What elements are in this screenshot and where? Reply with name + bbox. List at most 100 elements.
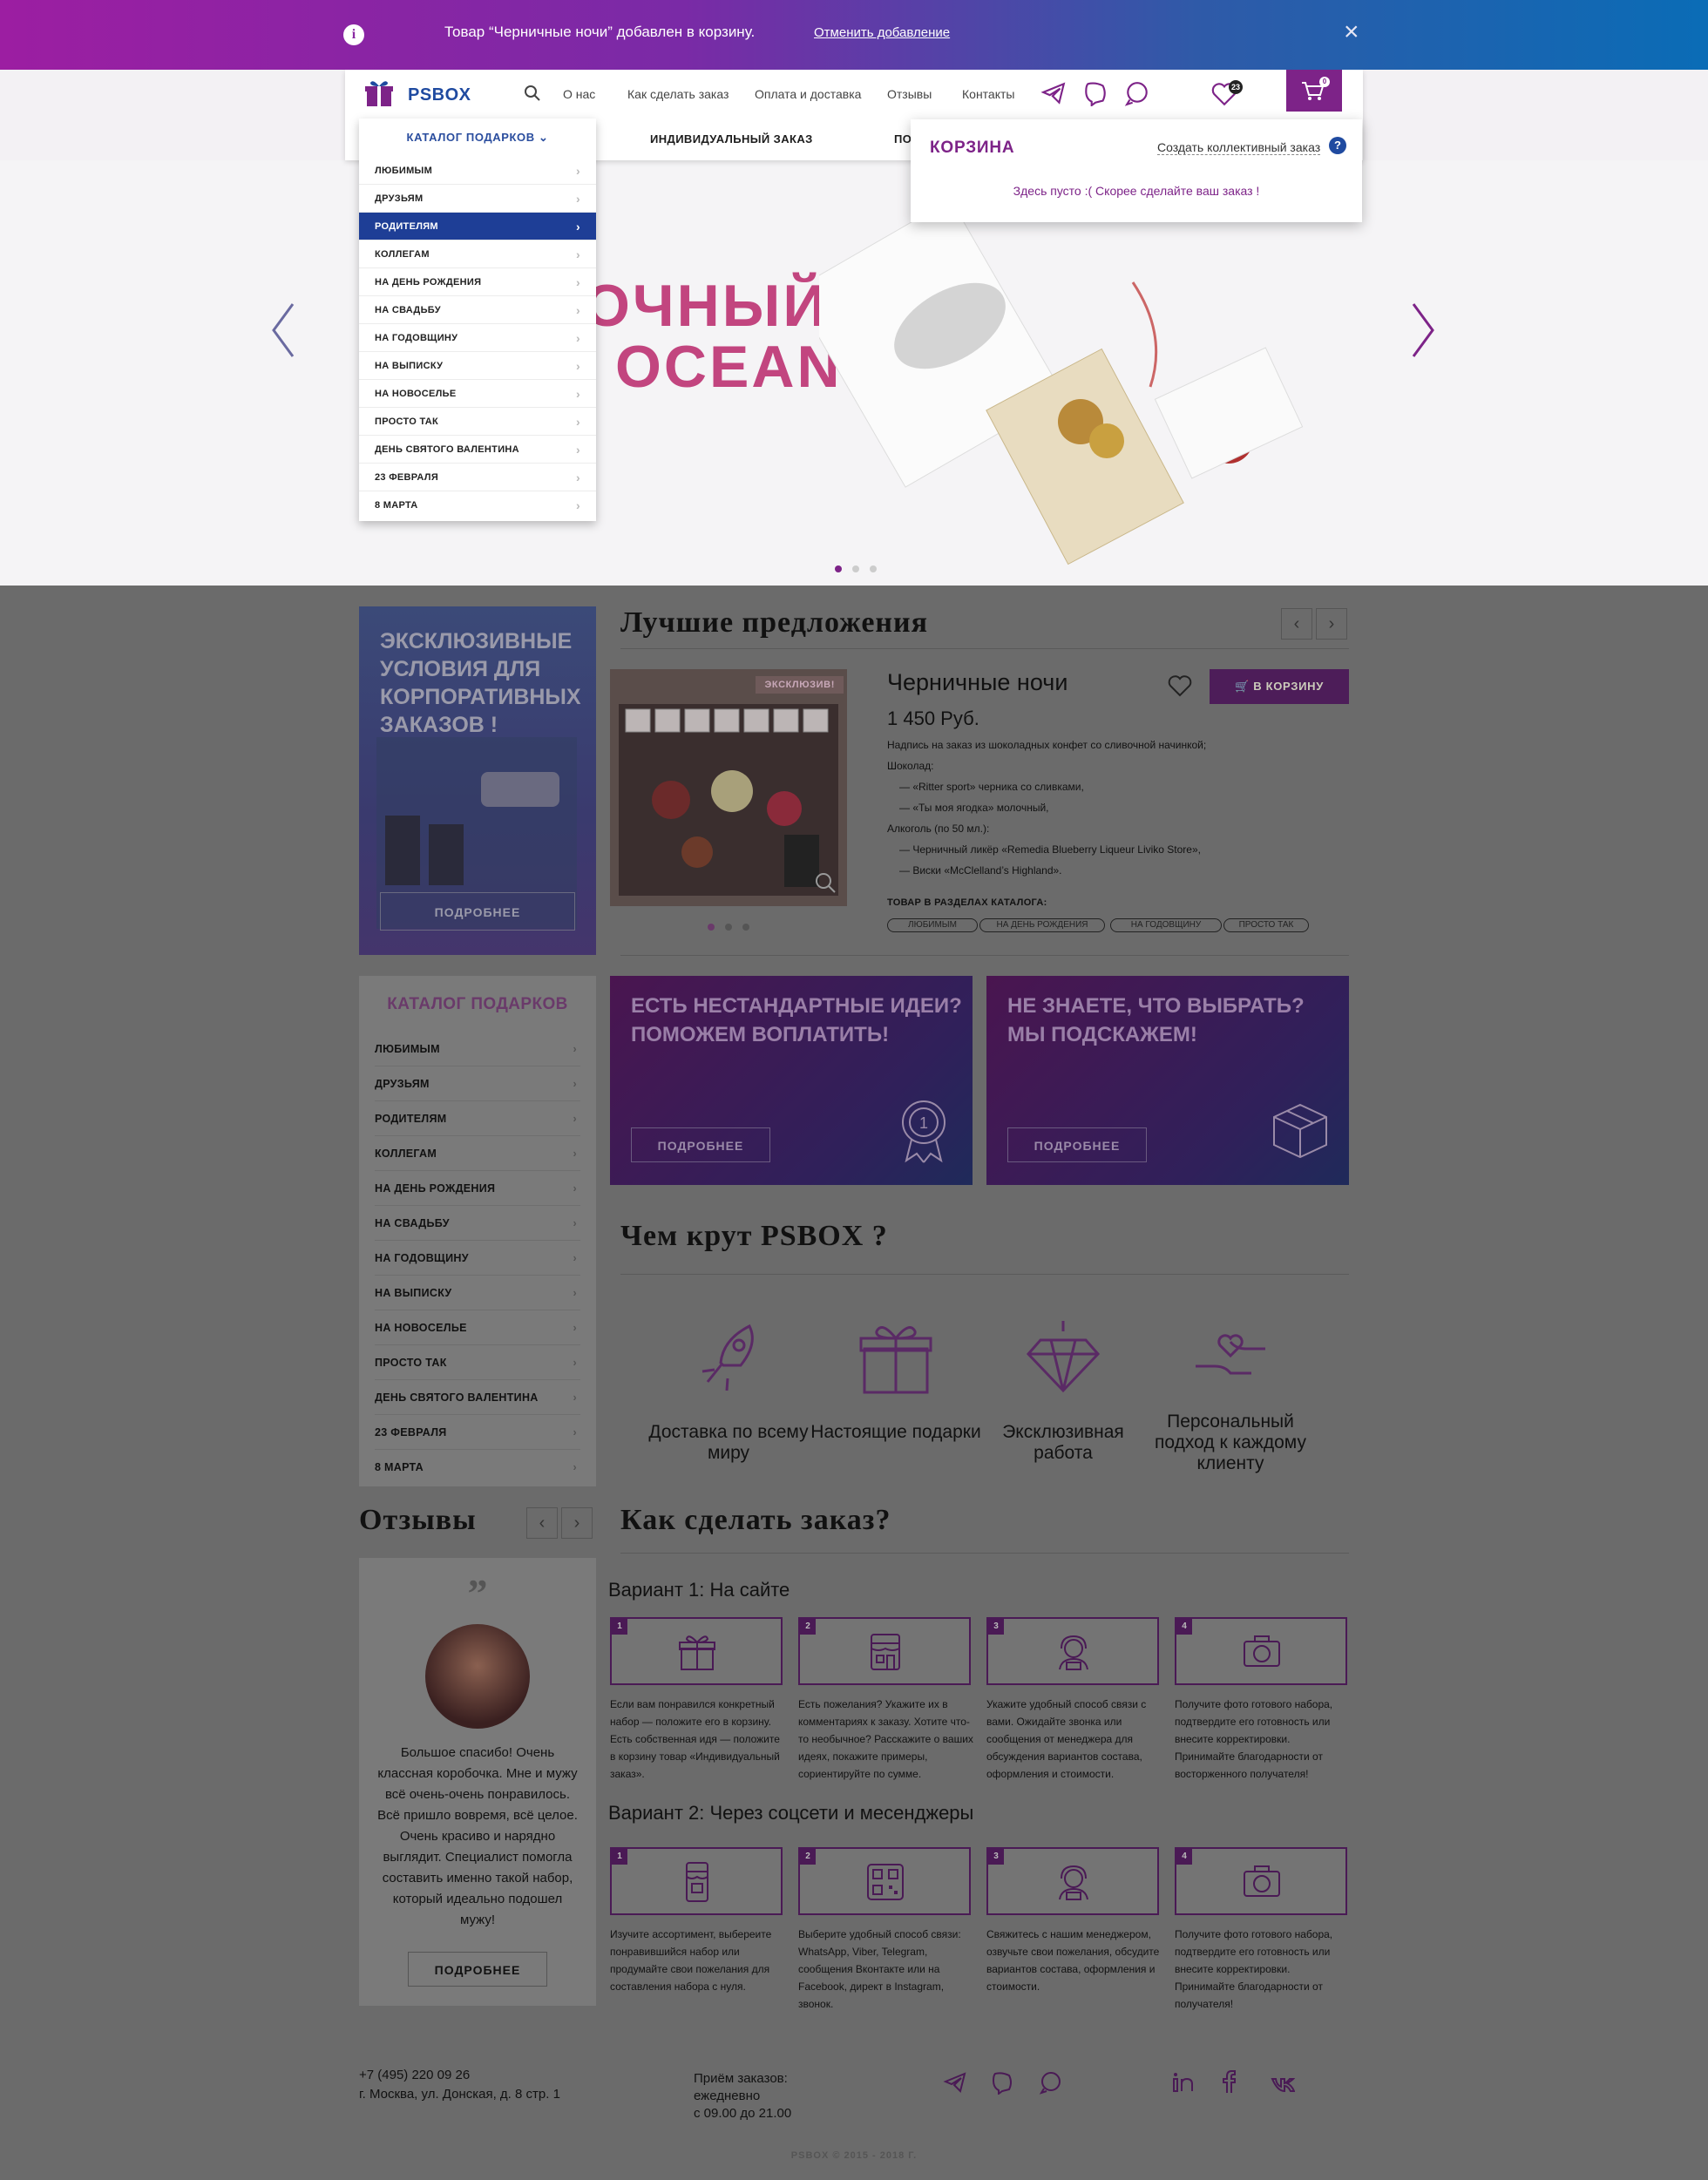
zoom-icon[interactable] bbox=[814, 871, 837, 894]
catalog-item[interactable]: На выписку › bbox=[375, 1276, 580, 1310]
step-text: Укажите удобный способ связи с вами. Ожи… bbox=[986, 1698, 1147, 1780]
review-more-button[interactable]: Подробнее bbox=[408, 1952, 547, 1987]
telegram-icon[interactable] bbox=[943, 2070, 967, 2095]
whatsapp-icon[interactable] bbox=[1039, 2070, 1063, 2095]
dropdown-item[interactable]: На день рождения › bbox=[359, 268, 596, 296]
facebook-icon[interactable] bbox=[1217, 2070, 1241, 2095]
footer-phone[interactable]: +7 (495) 220 09 26 bbox=[359, 2067, 470, 2084]
telegram-icon[interactable] bbox=[1040, 80, 1067, 106]
image-dot[interactable] bbox=[742, 924, 749, 931]
undo-add-link[interactable]: Отменить добавление bbox=[814, 25, 950, 40]
catalog-item[interactable]: Коллегам › bbox=[375, 1136, 580, 1171]
dropdown-item[interactable]: День святого Валентина › bbox=[359, 436, 596, 464]
logo-gift-icon[interactable] bbox=[364, 78, 394, 108]
reviews-next-button[interactable]: › bbox=[561, 1507, 593, 1539]
review-text: Большое спасибо! Очень классная коробочк… bbox=[377, 1745, 578, 1927]
product-tag[interactable]: На годовщину bbox=[1110, 918, 1222, 932]
best-next-button[interactable]: › bbox=[1316, 608, 1347, 640]
search-icon[interactable] bbox=[525, 85, 540, 101]
viber-icon[interactable] bbox=[1082, 80, 1108, 106]
chevron-down-icon: ⌄ bbox=[538, 131, 549, 144]
catalog-item[interactable]: 8 марта › bbox=[375, 1450, 580, 1485]
close-icon[interactable]: × bbox=[1344, 19, 1359, 45]
viber-icon[interactable] bbox=[990, 2070, 1014, 2095]
reviews-prev-button[interactable]: ‹ bbox=[526, 1507, 558, 1539]
hero-next-arrow[interactable] bbox=[1405, 300, 1440, 361]
step-card: 3 bbox=[986, 1617, 1159, 1685]
catalog-item[interactable]: На свадьбу › bbox=[375, 1206, 580, 1241]
hero-dot[interactable] bbox=[835, 565, 842, 572]
whatsapp-icon[interactable] bbox=[1124, 80, 1150, 106]
corporate-more-button[interactable]: Подробнее bbox=[380, 892, 575, 931]
dropdown-item-active[interactable]: Родителям › bbox=[359, 213, 596, 240]
hero-prev-arrow[interactable] bbox=[267, 300, 302, 361]
box-icon bbox=[1273, 1103, 1327, 1159]
nav-reviews[interactable]: Отзывы bbox=[887, 87, 932, 101]
dropdown-item[interactable]: На свадьбу › bbox=[359, 296, 596, 324]
corporate-banner[interactable]: Эксклюзивные условия для корпоративных з… bbox=[359, 606, 596, 955]
product-tag[interactable]: Просто так bbox=[1223, 918, 1309, 932]
image-dot[interactable] bbox=[708, 924, 715, 931]
dropdown-item[interactable]: На новоселье › bbox=[359, 380, 596, 408]
promo-help[interactable]: Не знаете, что выбрать? Мы подскажем! По… bbox=[986, 976, 1349, 1185]
product-image[interactable]: Эксклюзив! bbox=[610, 669, 847, 906]
chevron-right-icon: › bbox=[576, 220, 580, 234]
dropdown-item[interactable]: На выписку › bbox=[359, 352, 596, 380]
chevron-right-icon: › bbox=[573, 1322, 577, 1334]
nav-payment-delivery[interactable]: Оплата и доставка bbox=[755, 87, 861, 101]
create-collective-order-link[interactable]: Создать коллективный заказ bbox=[1157, 140, 1321, 155]
dropdown-item[interactable]: Друзьям › bbox=[359, 185, 596, 213]
hero-dot[interactable] bbox=[852, 565, 859, 572]
feature-text: Персональный подход к каждому клиенту bbox=[1155, 1412, 1306, 1473]
dropdown-item[interactable]: На годовщину › bbox=[359, 324, 596, 352]
promo-more-button[interactable]: Подробнее bbox=[1007, 1127, 1147, 1162]
hero-dot[interactable] bbox=[870, 565, 877, 572]
catalog-item[interactable]: 23 февраля › bbox=[375, 1415, 580, 1450]
catalog-sidebar: Каталог подарков Любимым › Друзьям › Родит… bbox=[359, 976, 596, 1486]
nav-about[interactable]: О нас bbox=[563, 87, 595, 101]
product-tag[interactable]: Любимым bbox=[887, 918, 978, 932]
chevron-right-icon: › bbox=[576, 443, 580, 457]
promo-ideas[interactable]: Есть нестандартные идеи? Поможем воплати… bbox=[610, 976, 973, 1185]
nav-how-to-order[interactable]: Как сделать заказ bbox=[627, 87, 729, 101]
subnav-item[interactable]: По bbox=[894, 132, 912, 146]
catalog-dropdown-toggle[interactable]: Каталог подарков ⌄ bbox=[359, 131, 596, 145]
catalog-item[interactable]: Любимым › bbox=[375, 1032, 580, 1066]
favorite-heart-icon[interactable] bbox=[1168, 674, 1192, 697]
catalog-item[interactable]: Просто так › bbox=[375, 1345, 580, 1380]
step-card: 2 bbox=[798, 1617, 971, 1685]
best-prev-button[interactable]: ‹ bbox=[1281, 608, 1312, 640]
linkedin-icon[interactable] bbox=[1171, 2070, 1196, 2095]
variant2-title: Вариант 2: Через соцсети и месенджеры bbox=[608, 1802, 974, 1824]
image-dot[interactable] bbox=[725, 924, 732, 931]
product-desc-line: — Виски «McClelland’s Highland». bbox=[899, 864, 1062, 877]
promo-more-button[interactable]: Подробнее bbox=[631, 1127, 770, 1162]
dropdown-item-label: На новоселье bbox=[375, 389, 457, 399]
catalog-item[interactable]: На новоселье › bbox=[375, 1310, 580, 1345]
nav-contacts[interactable]: Контакты bbox=[962, 87, 1014, 101]
logo-text[interactable]: PSBOX bbox=[408, 85, 471, 105]
product-desc-line: Шоколад: bbox=[887, 760, 934, 772]
product-tag[interactable]: На день рождения bbox=[979, 918, 1105, 932]
catalog-item-label: На день рождения bbox=[375, 1182, 496, 1195]
help-icon[interactable]: ? bbox=[1329, 137, 1346, 154]
cart-button[interactable]: 0 bbox=[1286, 70, 1342, 112]
vk-icon[interactable] bbox=[1271, 2074, 1295, 2098]
dropdown-item[interactable]: Просто так › bbox=[359, 408, 596, 436]
notification-message: Товар “Черничные ночи” добавлен в корзин… bbox=[444, 24, 756, 40]
dropdown-item[interactable]: 8 марта › bbox=[359, 491, 596, 519]
product-name[interactable]: Черничные ночи bbox=[887, 669, 1068, 696]
dropdown-item[interactable]: Любимым › bbox=[359, 157, 596, 185]
copyright: PSBOX © 2015 - 2018 г. bbox=[790, 2150, 918, 2161]
catalog-item[interactable]: Друзьям › bbox=[375, 1066, 580, 1101]
chevron-right-icon: › bbox=[573, 1148, 577, 1160]
catalog-item[interactable]: На день рождения › bbox=[375, 1171, 580, 1206]
subnav-individual-order[interactable]: Индивидуальный заказ bbox=[650, 132, 813, 146]
review-card: ” Большое спасибо! Очень классная коробо… bbox=[359, 1558, 596, 2006]
add-to-cart-button[interactable]: 🛒 В корзину bbox=[1210, 669, 1349, 704]
catalog-item[interactable]: Родителям › bbox=[375, 1101, 580, 1136]
catalog-item[interactable]: День святого Валентина › bbox=[375, 1380, 580, 1415]
dropdown-item[interactable]: 23 февраля › bbox=[359, 464, 596, 491]
dropdown-item[interactable]: Коллегам › bbox=[359, 240, 596, 268]
catalog-item[interactable]: На годовщину › bbox=[375, 1241, 580, 1276]
